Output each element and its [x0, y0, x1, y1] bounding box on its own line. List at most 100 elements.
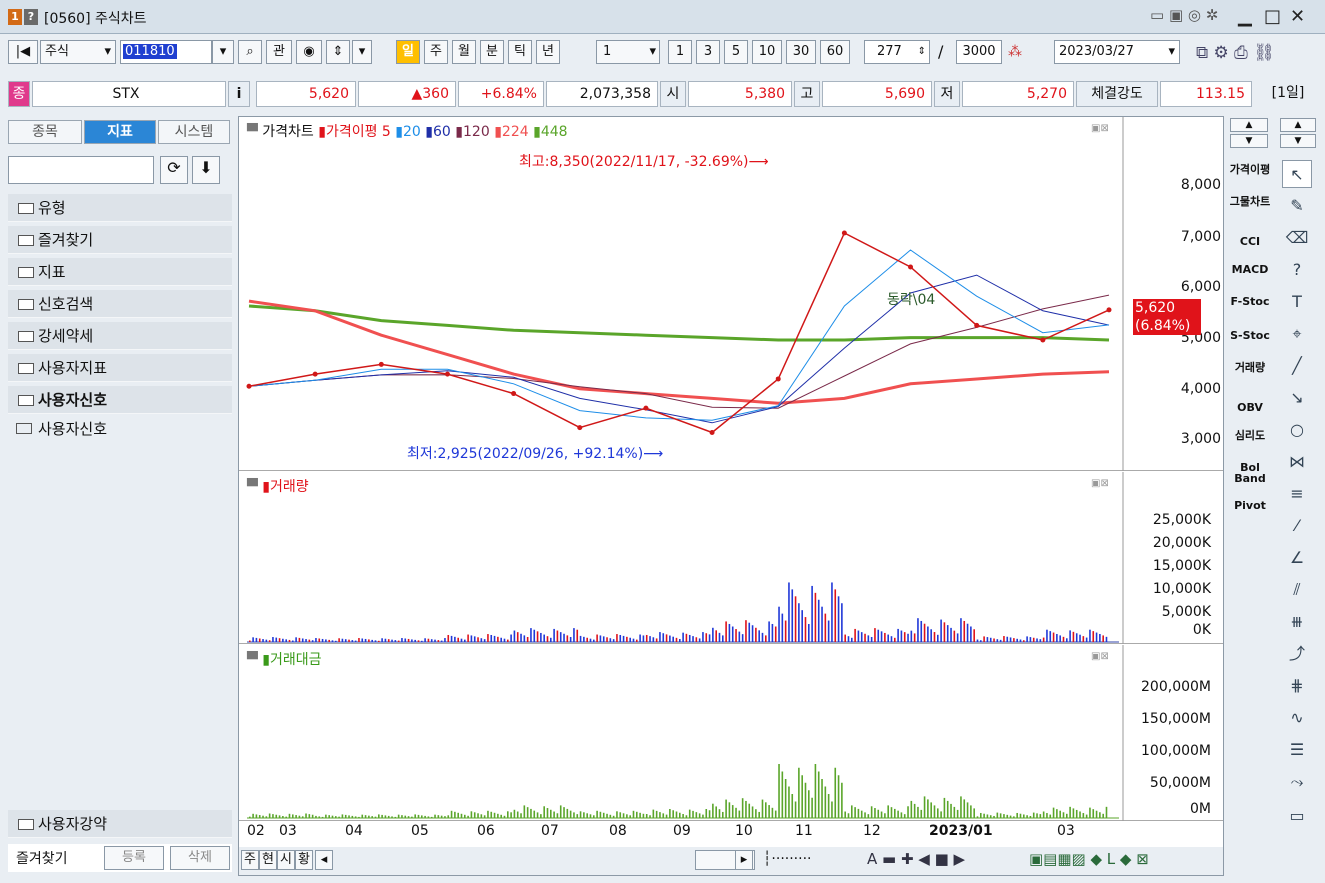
indicator-psychology[interactable]: 심리도: [1226, 430, 1274, 441]
chart-area[interactable]: ▀ 가격차트 ▮가격이평 5 ▮20 ▮60 ▮120 ▮224 ▮448 최고…: [238, 116, 1224, 876]
tab-indicators[interactable]: 지표: [84, 120, 156, 144]
price-pane[interactable]: ▀ 가격차트 ▮가격이평 5 ▮20 ▮60 ▮120 ▮224 ▮448 최고…: [239, 117, 1223, 471]
wave-icon[interactable]: ∿: [1282, 704, 1312, 732]
tools-up-icon[interactable]: ▲: [1280, 118, 1316, 132]
pane-controls-icon[interactable]: ▣⊠: [1091, 651, 1109, 662]
tree-item-user-signals[interactable]: 사용자신호: [8, 386, 232, 414]
indicator-fstoc[interactable]: F-Stoc: [1226, 296, 1274, 307]
maximize-icon[interactable]: □: [1264, 6, 1281, 27]
circle-icon[interactable]: ○: [1282, 416, 1312, 444]
more-dropdown-icon[interactable]: ▾: [352, 40, 372, 64]
period-day-button[interactable]: 일: [396, 40, 420, 64]
indicator-sstoc[interactable]: S-Stoc: [1226, 330, 1274, 341]
date-picker[interactable]: 2023/03/27 ▾: [1054, 40, 1180, 64]
ray-line-icon[interactable]: ↘: [1282, 384, 1312, 412]
market-select[interactable]: 주식 ▾: [40, 40, 116, 64]
preset-30-button[interactable]: 30: [786, 40, 816, 64]
pane-controls-icon[interactable]: ▣⊠: [1091, 123, 1109, 134]
tools-down-icon[interactable]: ▼: [1280, 134, 1316, 148]
zoom-slider[interactable]: ┆·········: [763, 851, 811, 867]
trend-line-icon[interactable]: ╱: [1282, 352, 1312, 380]
preset-3-button[interactable]: 3: [696, 40, 720, 64]
tab-system[interactable]: 시스템: [158, 120, 230, 144]
total-input[interactable]: 3000: [956, 40, 1002, 64]
up-down-icon[interactable]: ⇕: [326, 40, 350, 64]
scroll-down-icon[interactable]: ▼: [1230, 134, 1268, 148]
indicator-volume[interactable]: 거래량: [1226, 362, 1274, 373]
preset-1-button[interactable]: 1: [668, 40, 692, 64]
scroll-left-icon[interactable]: ◂: [315, 850, 333, 870]
indicator-search-input[interactable]: [8, 156, 154, 184]
period-tick-button[interactable]: 틱: [508, 40, 532, 64]
week-button[interactable]: 주: [241, 850, 259, 870]
delete-button[interactable]: 삭제: [170, 846, 230, 870]
period-minute-button[interactable]: 분: [480, 40, 504, 64]
indicator-cci[interactable]: CCI: [1226, 236, 1274, 247]
amount-pane[interactable]: ▀ ▮거래대금 200,000M 150,000M 100,000M 50,00…: [239, 645, 1223, 821]
close-icon[interactable]: ✕: [1290, 6, 1305, 27]
market-button[interactable]: 시: [277, 850, 295, 870]
toolbar-icons[interactable]: ⧉ ⚙ ⎙ ⛓: [1196, 43, 1275, 63]
unit-select[interactable]: 1 ▾: [596, 40, 660, 64]
preset-60-button[interactable]: 60: [820, 40, 850, 64]
volume-pane[interactable]: ▀ ▮거래량 25,000K 20,000K 15,000K 10,000K 5…: [239, 472, 1223, 644]
tree-item-signal-search[interactable]: 신호검색: [8, 290, 232, 318]
window-icon[interactable]: ▭: [1282, 802, 1312, 830]
tree-item-indicators[interactable]: 지표: [8, 258, 232, 286]
stock-info-icon[interactable]: ◉: [296, 40, 322, 64]
speed-line-icon[interactable]: ⤴: [1282, 640, 1312, 668]
tree-item-user-strength[interactable]: 사용자강약: [8, 810, 232, 838]
fibonacci-icon[interactable]: ⧻: [1282, 608, 1312, 636]
tree-item-type[interactable]: 유형: [8, 194, 232, 222]
indicator-obv[interactable]: OBV: [1226, 402, 1274, 413]
scroll-up-icon[interactable]: ▲: [1230, 118, 1268, 132]
info-icon[interactable]: i: [228, 81, 250, 107]
fan-icon[interactable]: ∠: [1282, 544, 1312, 572]
register-button[interactable]: 등록: [104, 846, 164, 870]
refresh-icon[interactable]: ⟳: [160, 156, 188, 184]
tab-items[interactable]: 종목: [8, 120, 82, 144]
channel-icon[interactable]: ⋕: [1282, 672, 1312, 700]
gwan-button[interactable]: 관: [266, 40, 292, 64]
period-week-button[interactable]: 주: [424, 40, 448, 64]
eraser-icon[interactable]: ✎: [1282, 192, 1312, 220]
indicator-price-ma[interactable]: 가격이평: [1226, 164, 1274, 175]
window-options-icon[interactable]: ▭ ▣ ◎ ✲: [1150, 6, 1218, 24]
help-icon[interactable]: ?: [24, 9, 38, 25]
level-lines-icon[interactable]: ☰: [1282, 736, 1312, 764]
count-input[interactable]: 277 ⇕: [864, 40, 930, 64]
pane-controls-icon[interactable]: ▣⊠: [1091, 478, 1109, 489]
settings-dots-icon[interactable]: ⁂: [1008, 44, 1022, 60]
parallel-lines-icon[interactable]: ⫽: [1282, 576, 1312, 604]
preset-5-button[interactable]: 5: [724, 40, 748, 64]
horizontal-lines-icon[interactable]: ≡: [1282, 480, 1312, 508]
tree-item-user-indicators[interactable]: 사용자지표: [8, 354, 232, 382]
question-icon[interactable]: ?: [1282, 256, 1312, 284]
current-button[interactable]: 현: [259, 850, 277, 870]
code-input[interactable]: 011810: [120, 40, 212, 64]
indicator-macd[interactable]: MACD: [1226, 264, 1274, 275]
period-month-button[interactable]: 월: [452, 40, 476, 64]
scroll-right-icon[interactable]: ▸: [735, 850, 753, 870]
tree-subitem-user-signal[interactable]: 사용자신호: [12, 418, 212, 439]
indicator-pivot[interactable]: Pivot: [1226, 500, 1274, 511]
tree-item-strength[interactable]: 강세약세: [8, 322, 232, 350]
indicator-net-chart[interactable]: 그물차트: [1226, 196, 1274, 207]
preset-10-button[interactable]: 10: [752, 40, 782, 64]
tree-item-favorites[interactable]: 즐겨찾기: [8, 226, 232, 254]
pointer-icon[interactable]: ↖: [1282, 160, 1312, 188]
download-icon[interactable]: ⬇: [192, 156, 220, 184]
gann-icon[interactable]: ⁄: [1282, 512, 1312, 540]
erase-all-icon[interactable]: ⌫: [1282, 224, 1312, 252]
code-dropdown-icon[interactable]: ▾: [212, 40, 234, 64]
navigation-icons[interactable]: A ▬ ✚ ◀ ■ ▶: [867, 850, 965, 868]
auto-draw-icon[interactable]: ⤳: [1282, 768, 1312, 796]
text-icon[interactable]: T: [1282, 288, 1312, 316]
search-icon[interactable]: ⌕: [238, 40, 262, 64]
price-tag-icon[interactable]: ⌖: [1282, 320, 1312, 348]
first-icon[interactable]: |◀: [8, 40, 38, 64]
stock-name[interactable]: STX: [32, 81, 226, 107]
indicator-bollinger[interactable]: Bol Band: [1226, 462, 1274, 484]
view-icons[interactable]: ▣▤▦▨ ◆ L ◆ ⊠: [1029, 850, 1149, 868]
status-button[interactable]: 황: [295, 850, 313, 870]
